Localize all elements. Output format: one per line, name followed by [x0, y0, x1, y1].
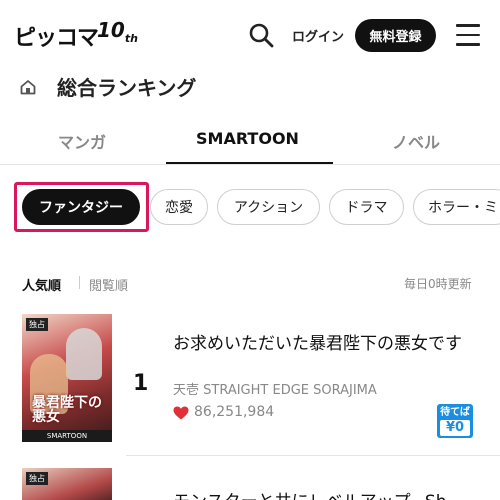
- like-count: 86,251,984: [194, 404, 275, 420]
- comic-thumbnail[interactable]: 独占: [22, 468, 112, 500]
- thumbnail-footer: SMARTOON: [22, 430, 112, 442]
- genre-chip-action[interactable]: アクション: [217, 189, 320, 225]
- sort-views[interactable]: 閲覧順: [89, 275, 128, 294]
- thumbnail-figure: [66, 328, 102, 380]
- home-icon[interactable]: [20, 79, 36, 95]
- selection-highlight: [14, 182, 149, 232]
- register-button[interactable]: 無料登録: [355, 19, 436, 52]
- wait-free-badge: 待てば ¥0: [437, 404, 473, 438]
- genre-chip-drama[interactable]: ドラマ: [329, 189, 404, 225]
- comic-thumbnail[interactable]: 独占 暴君陛下の悪女 SMARTOON: [22, 314, 112, 442]
- comic-title[interactable]: お求めいただいた暴君陛下の悪女です: [173, 333, 483, 355]
- comic-author: 天壱 STRAIGHT EDGE SORAJIMA: [173, 383, 377, 398]
- site-logo[interactable]: ピッコマ: [14, 20, 99, 52]
- tab-manga[interactable]: マンガ: [58, 129, 106, 153]
- site-header: ピッコマ 10th ログイン 無料登録: [0, 0, 500, 66]
- page-title: 総合ランキング: [57, 76, 197, 100]
- exclusive-tag: 独占: [26, 318, 48, 331]
- update-note: 毎日0時更新: [404, 277, 472, 291]
- genre-chip-horror[interactable]: ホラー・ミ: [413, 189, 500, 225]
- thumbnail-title: 暴君陛下の悪女: [32, 395, 102, 425]
- sort-popular[interactable]: 人気順: [22, 275, 61, 294]
- exclusive-tag: 独占: [26, 472, 48, 485]
- tab-smartoon[interactable]: SMARTOON: [196, 129, 299, 148]
- tab-novel[interactable]: ノベル: [392, 129, 440, 153]
- comic-title[interactable]: モンスターと共にレベルアップ~Sh: [173, 487, 446, 500]
- search-icon[interactable]: [248, 22, 274, 48]
- wait-badge-label: 待てば: [440, 407, 470, 418]
- genre-chip-romance[interactable]: 恋愛: [150, 189, 208, 225]
- hamburger-menu-icon[interactable]: [456, 24, 480, 46]
- heart-icon: [173, 406, 189, 420]
- item-divider: [126, 455, 500, 456]
- rank-number: 1: [133, 371, 149, 396]
- wait-badge-price: ¥0: [440, 420, 470, 436]
- login-link[interactable]: ログイン: [292, 26, 344, 45]
- sort-divider: [79, 276, 80, 289]
- tabs-divider: [0, 164, 500, 165]
- anniversary-badge: 10th: [97, 18, 138, 45]
- category-tabs: マンガ SMARTOON ノベル: [0, 115, 500, 165]
